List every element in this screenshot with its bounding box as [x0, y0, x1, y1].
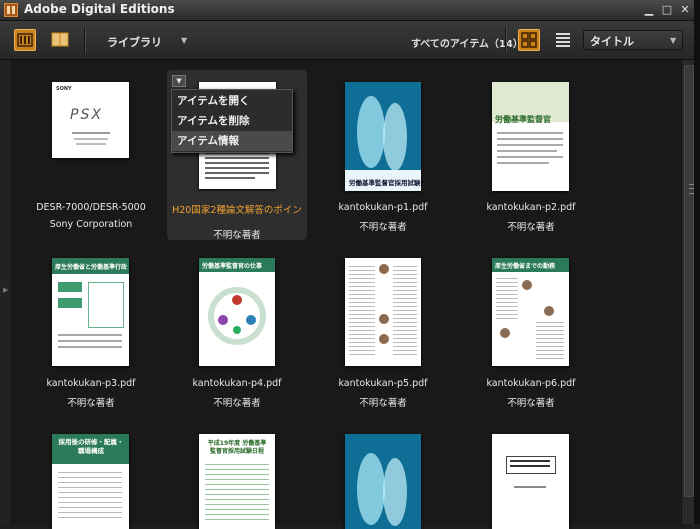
cover-art [208, 287, 266, 345]
library-item[interactable] [461, 424, 601, 529]
sort-select-label: タイトル [590, 35, 634, 48]
book-cover[interactable] [345, 434, 421, 529]
book-cover[interactable]: 平成19年度 労働基準監督官採用試験日程 [199, 434, 275, 529]
toolbar: ライブラリ ▼ すべてのアイテム（14） タイトル ▼ [0, 21, 700, 60]
toolbar-divider [84, 27, 86, 53]
item-author: Sony Corporation [49, 219, 133, 230]
item-title: kantokukan-p6.pdf [486, 378, 576, 389]
item-title: kantokukan-p1.pdf [338, 202, 428, 213]
library-item[interactable]: 労働基準監督官の仕事 kantokukan-p4.pdf 不明な著者 [167, 248, 307, 413]
vertical-scrollbar[interactable] [681, 60, 695, 524]
bookshelf-icon [17, 33, 33, 47]
item-author: 不明な著者 [359, 398, 407, 409]
item-title: H20国家2種論文解答のポイン [172, 205, 302, 216]
library-view-button[interactable] [14, 29, 36, 51]
book-cover[interactable] [345, 258, 421, 366]
list-icon [556, 33, 570, 47]
library-item[interactable]: 厚生労働省と労働基準行政 kantokukan-p3.pdf 不明な著者 [21, 248, 161, 413]
menu-item-delete[interactable]: アイテムを削除 [172, 111, 292, 131]
item-title: kantokukan-p3.pdf [46, 378, 136, 389]
scrollbar-thumb[interactable] [684, 65, 694, 497]
window-title: Adobe Digital Editions [24, 2, 175, 16]
cover-brand: SONY [56, 86, 72, 92]
title-bar: Adobe Digital Editions ▁ □ ✕ [0, 0, 700, 21]
cover-heading: 厚生労働省までの勤務 [495, 263, 556, 270]
book-cover[interactable]: 労働基準監督官採用試験 [345, 82, 421, 191]
app-icon [4, 3, 18, 17]
sort-select[interactable]: タイトル ▼ [583, 30, 683, 50]
library-item[interactable]: 厚生労働省までの勤務 kantokukan-p6.pdf 不明な著者 [461, 248, 601, 413]
menu-item-open[interactable]: アイテムを開く [172, 91, 292, 111]
cover-art [345, 434, 421, 529]
item-author: 不明な著者 [213, 230, 261, 241]
book-cover[interactable] [492, 434, 569, 529]
chevron-down-icon: ▼ [670, 36, 677, 45]
book-cover[interactable]: 厚生労働省と労働基準行政 [52, 258, 129, 366]
item-title: DESR-7000/DESR-5000 [36, 202, 146, 213]
library-item[interactable]: 採用後の研修・配属・職場構成 [21, 424, 161, 529]
cover-heading: 労働基準監督官採用試験 [349, 179, 421, 187]
window-border [694, 0, 700, 524]
library-item[interactable]: kantokukan-p5.pdf 不明な著者 [313, 248, 453, 413]
book-cover[interactable]: SONY PSX [52, 82, 129, 158]
maximize-icon[interactable]: □ [660, 3, 674, 17]
toolbar-divider [505, 27, 507, 53]
item-menu-toggle[interactable]: ▼ [172, 75, 186, 87]
book-cover[interactable]: 労働基準監督官の仕事 [199, 258, 275, 366]
item-title: kantokukan-p2.pdf [486, 202, 576, 213]
cover-heading: 労働基準監督官 [495, 115, 551, 124]
cover-art [345, 82, 421, 191]
item-author: 不明な著者 [213, 398, 261, 409]
book-cover[interactable]: 採用後の研修・配属・職場構成 [52, 434, 129, 529]
item-author: 不明な著者 [507, 398, 555, 409]
library-item[interactable]: 平成19年度 労働基準監督官採用試験日程 [167, 424, 307, 529]
book-cover[interactable]: 労働基準監督官 [492, 82, 569, 191]
item-author: 不明な著者 [67, 398, 115, 409]
library-dropdown-label[interactable]: ライブラリ [107, 34, 162, 50]
reading-view-button[interactable] [49, 29, 71, 51]
library-item[interactable] [313, 424, 453, 529]
cover-heading: 厚生労働省と労働基準行政 [55, 264, 128, 271]
expand-arrow-icon[interactable]: ▶ [3, 286, 8, 294]
item-author: 不明な著者 [507, 222, 555, 233]
library-item[interactable]: SONY PSX DESR-7000/DESR-5000 Sony Corpor… [21, 72, 161, 242]
chevron-down-icon[interactable]: ▼ [181, 36, 187, 45]
cover-heading: 採用後の研修・配属・職場構成 [58, 438, 124, 455]
list-view-button[interactable] [552, 29, 574, 51]
library-item[interactable]: 労働基準監督官 kantokukan-p2.pdf 不明な著者 [461, 72, 601, 242]
cover-heading: 平成19年度 労働基準監督官採用試験日程 [207, 440, 267, 455]
library-item[interactable]: 労働基準監督官採用試験 kantokukan-p1.pdf 不明な著者 [313, 72, 453, 242]
close-icon[interactable]: ✕ [678, 3, 692, 17]
minimize-icon[interactable]: ▁ [642, 3, 656, 17]
item-title: kantokukan-p5.pdf [338, 378, 428, 389]
psx-logo: PSX [70, 107, 103, 123]
item-context-menu: アイテムを開く アイテムを削除 アイテム情報 [171, 89, 293, 153]
grid-icon [521, 32, 537, 48]
thumbnail-view-button[interactable] [518, 29, 540, 51]
item-title: kantokukan-p4.pdf [192, 378, 282, 389]
book-cover[interactable]: 厚生労働省までの勤務 [492, 258, 569, 366]
item-author: 不明な著者 [359, 222, 407, 233]
menu-item-info[interactable]: アイテム情報 [172, 131, 292, 151]
open-book-icon [51, 32, 69, 47]
